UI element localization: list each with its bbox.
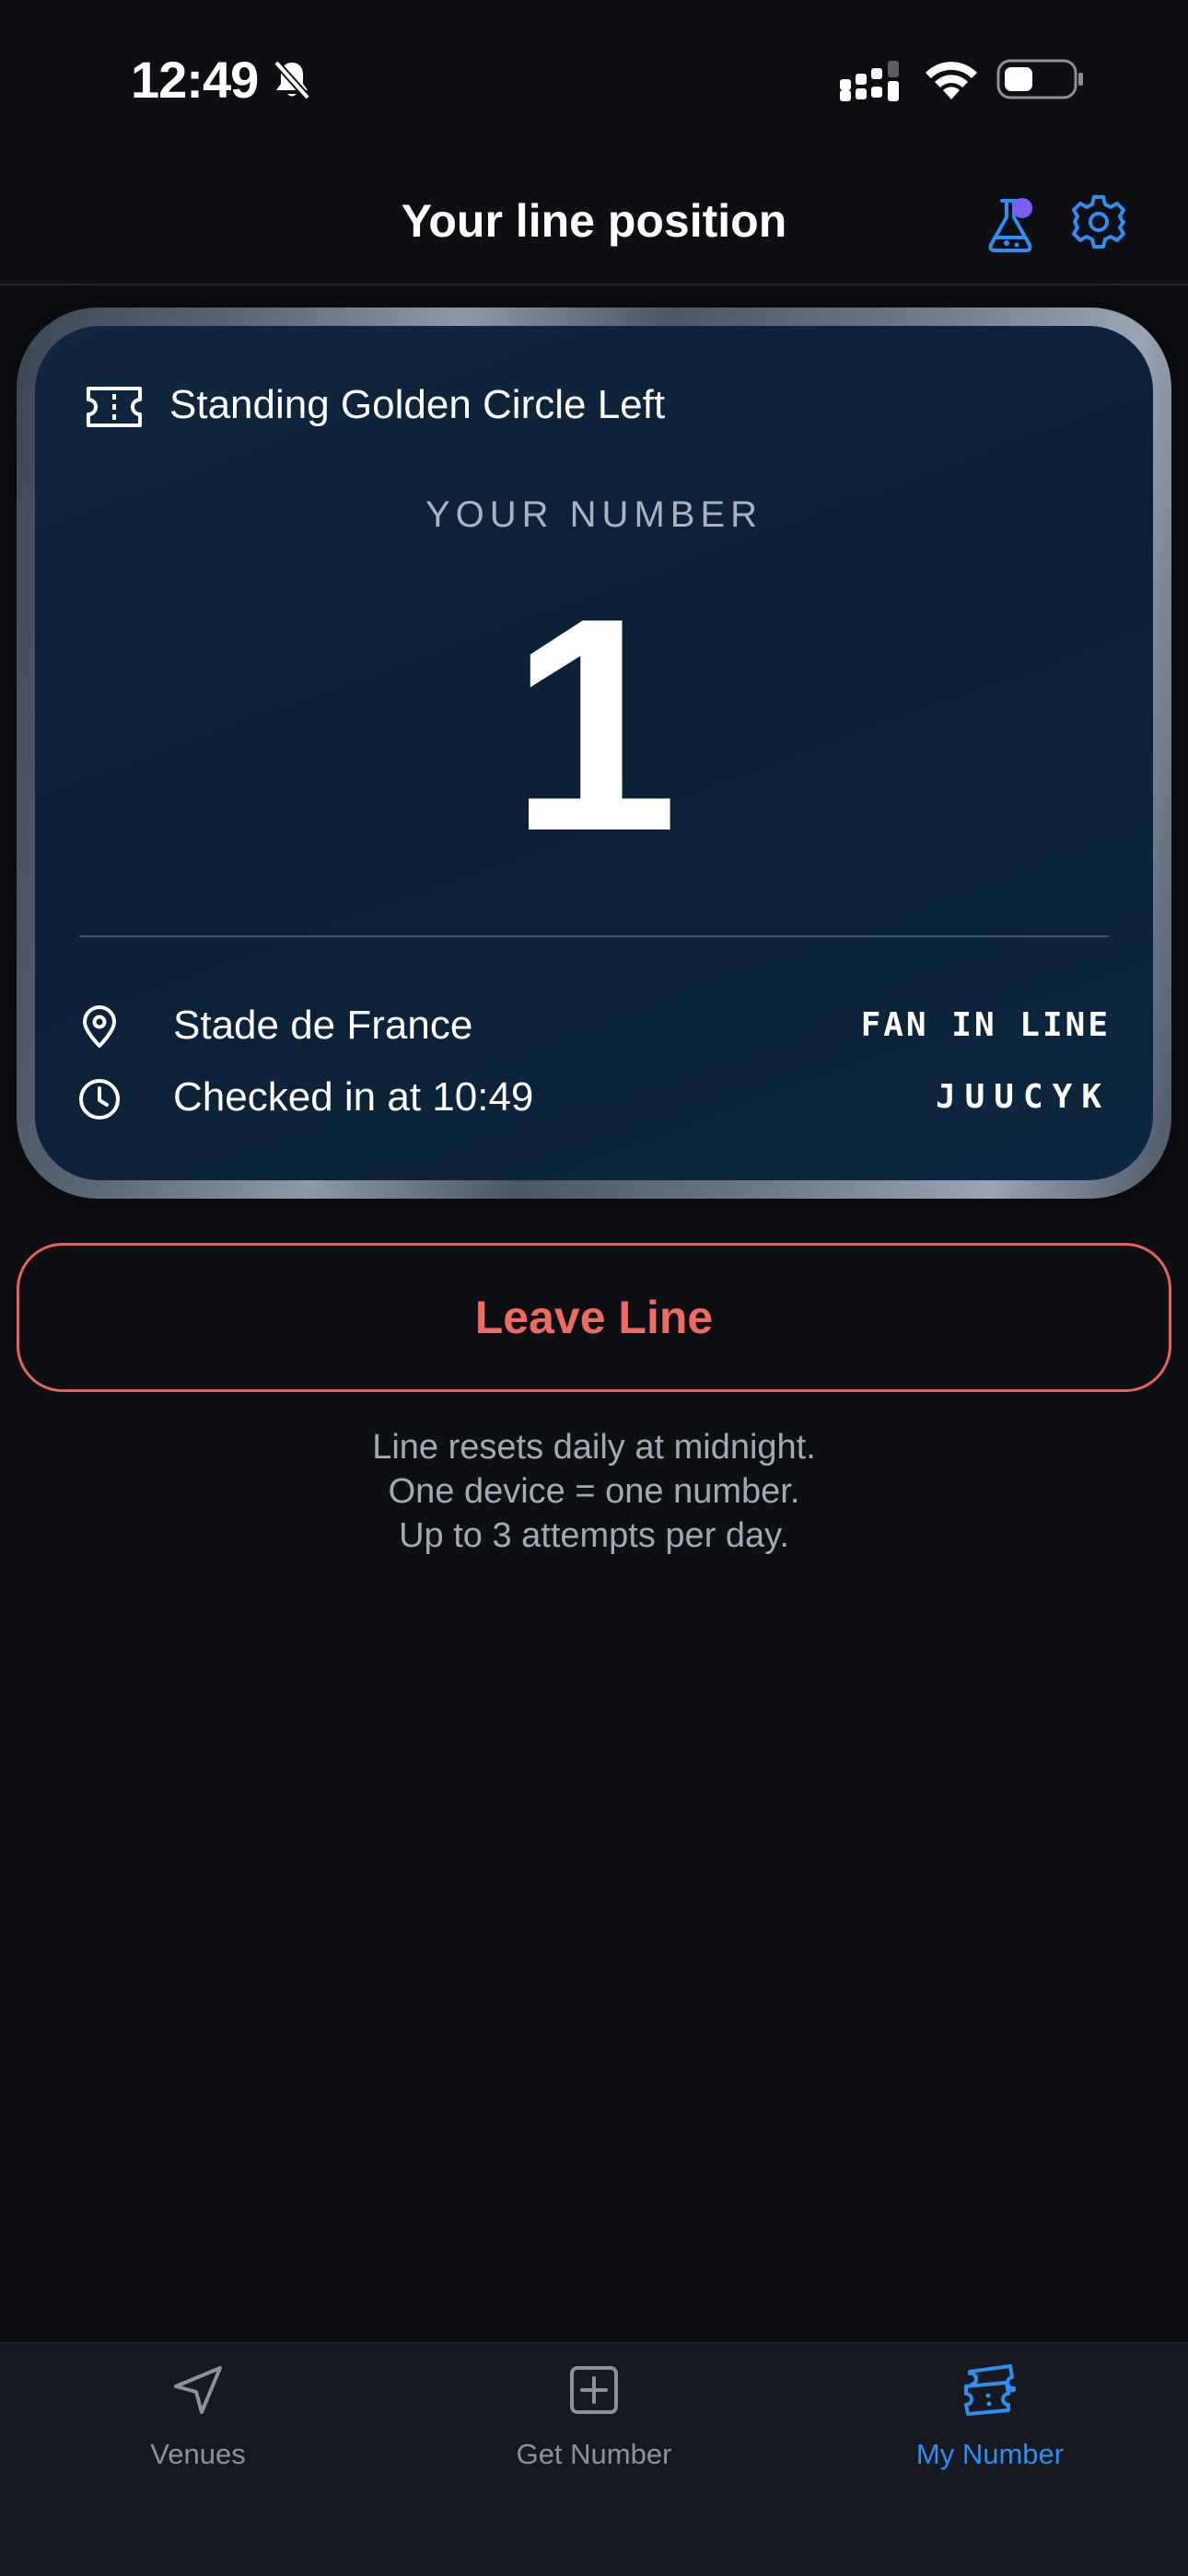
ticket-icon <box>87 387 142 427</box>
flask-icon[interactable] <box>982 193 1046 254</box>
tab-get-number-label: Get Number <box>516 2438 672 2470</box>
ticket-code: JUUCYK <box>935 1078 1111 1116</box>
info-line-attempts: Up to 3 attempts per day. <box>399 1516 789 1555</box>
ticket-card-frame: Standing Golden Circle Left YOUR NUMBER … <box>17 307 1171 1199</box>
ticket-card: Standing Golden Circle Left YOUR NUMBER … <box>35 326 1153 1180</box>
rules-info: Line resets daily at midnight. One devic… <box>0 1425 1188 1558</box>
checkin-time: Checked in at 10:49 <box>173 1074 534 1120</box>
queue-number: 1 <box>509 554 679 894</box>
status-bar: 12:49 <box>0 0 1188 157</box>
navigation-arrow-icon <box>174 2366 222 2414</box>
card-divider <box>79 935 1109 937</box>
zone-label: Standing Golden Circle Left <box>169 382 666 427</box>
tab-venues-label: Venues <box>150 2438 246 2470</box>
wifi-icon <box>926 62 977 99</box>
battery-icon <box>996 59 1083 99</box>
info-line-reset: Line resets daily at midnight. <box>372 1428 816 1467</box>
status-time: 12:49 <box>131 51 259 109</box>
tab-my-number-label: My Number <box>915 2438 1065 2470</box>
venue-name: Stade de France <box>173 1003 473 1048</box>
tab-bar: Venues Get Number My Number <box>0 2342 1188 2576</box>
clock-icon <box>79 1079 120 1120</box>
bell-muted-icon <box>274 60 310 100</box>
tab-my-number[interactable]: My Number <box>792 2344 1188 2510</box>
tab-get-number[interactable]: Get Number <box>396 2344 792 2510</box>
info-line-device: One device = one number. <box>388 1472 800 1511</box>
status-badge: FAN IN LINE <box>860 1006 1111 1044</box>
settings-gear-icon[interactable] <box>1070 193 1127 250</box>
cellular-signal-icon <box>840 61 899 101</box>
your-number-label: YOUR NUMBER <box>425 494 763 535</box>
tab-venues[interactable]: Venues <box>0 2344 396 2510</box>
tickets-icon <box>964 2364 1016 2416</box>
location-pin-icon <box>83 1005 116 1048</box>
plus-square-icon <box>570 2366 618 2414</box>
leave-line-button[interactable]: Leave Line <box>17 1243 1171 1392</box>
nav-bar: Your line position <box>0 157 1188 285</box>
